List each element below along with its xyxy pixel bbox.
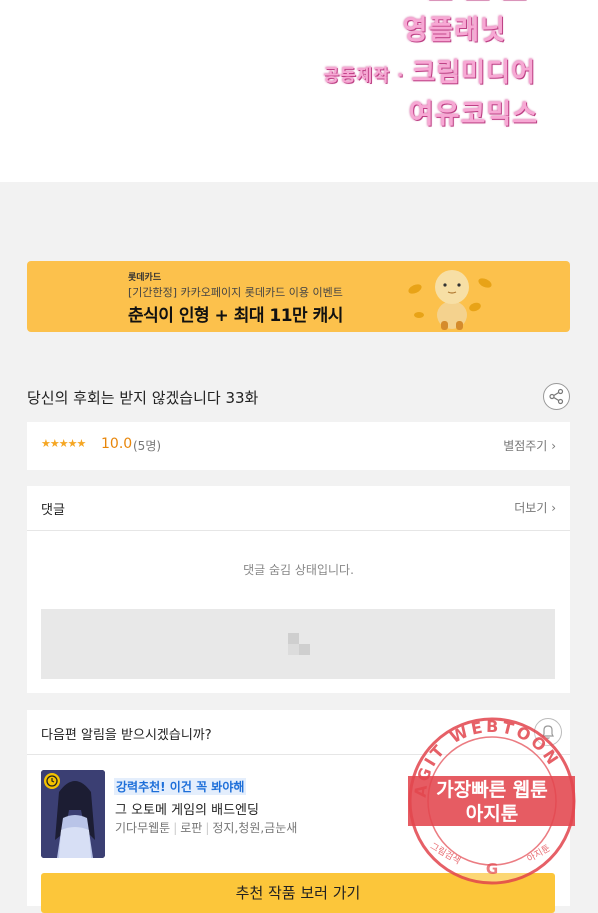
see-recommended-label: 추천 작품 보러 가기 [235, 884, 361, 902]
image-placeholder-icon [288, 633, 310, 655]
recommended-work-title[interactable]: 그 오토메 게임의 배드엔딩 [115, 799, 259, 818]
meta-separator: | [205, 821, 210, 835]
comments-card: 댓글 더보기 › 댓글 숨김 상태입니다. [27, 486, 570, 693]
recommended-work-meta: 기다무웹툰 | 로판 | 정지,청원,금눈새 [115, 819, 297, 836]
credit-cream-media: 크림미디어 [411, 58, 536, 88]
comments-title: 댓글 [41, 503, 65, 518]
rating-score: 10.0 [101, 436, 133, 452]
comments-more-label: 더보기 [514, 501, 548, 515]
meta-separator: | [173, 821, 178, 835]
recommended-work-thumbnail[interactable] [41, 770, 105, 858]
rate-button-label: 별점주기 [503, 439, 548, 453]
wait-free-clock-icon [44, 773, 60, 789]
choonsik-character-icon [408, 270, 492, 330]
credits-panel: — — — 영플래닛 공동제작 · 크림미디어 여유코믹스 [0, 0, 598, 182]
next-episode-notify-card: 다음편 알림을 받으시겠습니까? 강력추천! 이건 꼭 봐야해 그 오토메 게임… [27, 710, 570, 913]
credit-line-coproduction: 공동제작 · 크림미디어 [324, 52, 536, 89]
episode-title: 당신의 후회는 받지 않겠습니다 33화 [27, 389, 259, 407]
notify-header: 다음편 알림을 받으시겠습니까? [27, 710, 570, 755]
comments-header: 댓글 더보기 › [27, 486, 570, 531]
rating-stars: ★★★★★ [41, 437, 86, 450]
notify-bell-button[interactable] [534, 718, 562, 746]
credit-prefix: 공동제작 · [323, 66, 412, 86]
credit-line-yeoyu: 여유코믹스 [408, 99, 538, 130]
bell-icon [542, 725, 554, 739]
chevron-right-icon: › [551, 439, 556, 453]
banner-subtitle: [기간한정] 카카오페이지 롯데카드 이용 이벤트 [128, 286, 343, 299]
notify-question: 다음편 알림을 받으시겠습니까? [41, 728, 212, 743]
comments-more-button[interactable]: 더보기 › [514, 499, 556, 516]
credit-line-planet: 영플래닛 [402, 15, 506, 46]
rate-button[interactable]: 별점주기 › [503, 437, 556, 454]
banner-headline: 춘식이 인형 + 최대 11만 캐시 [128, 306, 343, 326]
share-icon [549, 388, 564, 405]
see-recommended-button[interactable]: 추천 작품 보러 가기 [41, 873, 555, 913]
ad-placeholder[interactable] [41, 609, 555, 679]
banner-brand: 롯데카드 [128, 273, 162, 283]
episode-header: 당신의 후회는 받지 않겠습니다 33화 [27, 381, 570, 413]
work-authors: 정지,청원,금눈새 [212, 821, 298, 835]
lotte-card-banner[interactable]: 롯데카드 [기간한정] 카카오페이지 롯데카드 이용 이벤트 춘식이 인형 + … [27, 261, 570, 332]
chevron-right-icon: › [551, 501, 556, 515]
genre-wait-free: 기다무웹툰 [115, 821, 171, 835]
genre-romance-fantasy: 로판 [180, 821, 203, 835]
promo-label: 강력추천! 이건 꼭 봐야해 [114, 778, 247, 795]
rating-count: (5명) [133, 439, 162, 453]
share-button[interactable] [543, 383, 570, 410]
rating-card: ★★★★★ 10.0 (5명) 별점주기 › [27, 422, 570, 470]
comments-hidden-message: 댓글 숨김 상태입니다. [243, 563, 354, 577]
